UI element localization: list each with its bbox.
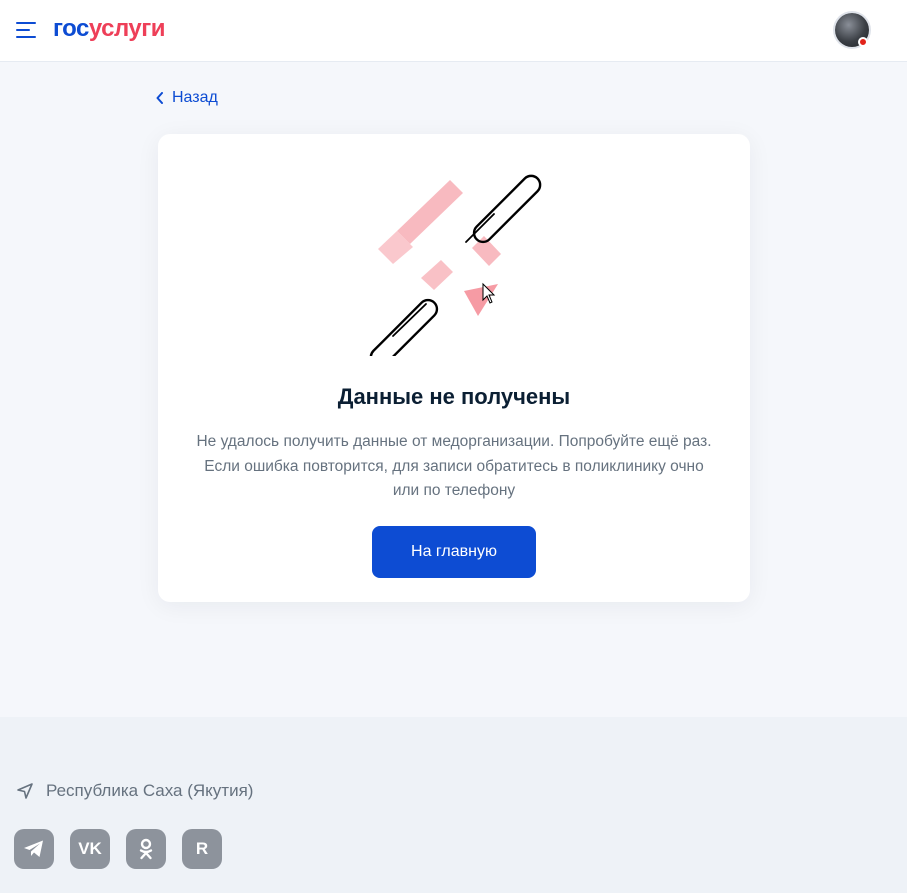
logo-part-uslugi: услуги (88, 15, 166, 42)
site-footer: Республика Саха (Якутия) VK R (0, 717, 907, 893)
description-line: Не удалось получить данные от медорганиз… (196, 433, 712, 450)
error-card: Данные не получены Не удалось получить д… (158, 134, 750, 602)
error-description: Не удалось получить данные от медорганиз… (178, 430, 730, 504)
home-button[interactable]: На главную (372, 526, 536, 578)
chevron-left-icon (156, 92, 163, 104)
gosuslugi-logo[interactable]: госуслуги (53, 15, 166, 43)
rutube-icon[interactable]: R (182, 829, 222, 869)
site-header: госуслуги (0, 0, 907, 62)
vk-icon[interactable]: VK (70, 829, 110, 869)
notification-dot (858, 37, 868, 47)
description-line: или по телефону (392, 482, 516, 499)
hamburger-menu-icon[interactable] (16, 22, 38, 40)
social-links: VK R (14, 829, 238, 869)
error-title: Данные не получены (337, 384, 571, 409)
broken-chain-icon (369, 174, 542, 356)
region-selector[interactable]: Республика Саха (Якутия) (16, 781, 253, 801)
back-link[interactable]: Назад (156, 88, 218, 108)
back-link-label: Назад (172, 89, 218, 106)
logo-part-gos: гос (53, 15, 89, 42)
location-arrow-icon (17, 783, 33, 799)
region-label: Республика Саха (Якутия) (46, 781, 254, 800)
odnoklassniki-icon[interactable] (126, 829, 166, 869)
description-line: Если ошибка повторится, для записи обрат… (204, 457, 704, 475)
telegram-icon[interactable] (14, 829, 54, 869)
